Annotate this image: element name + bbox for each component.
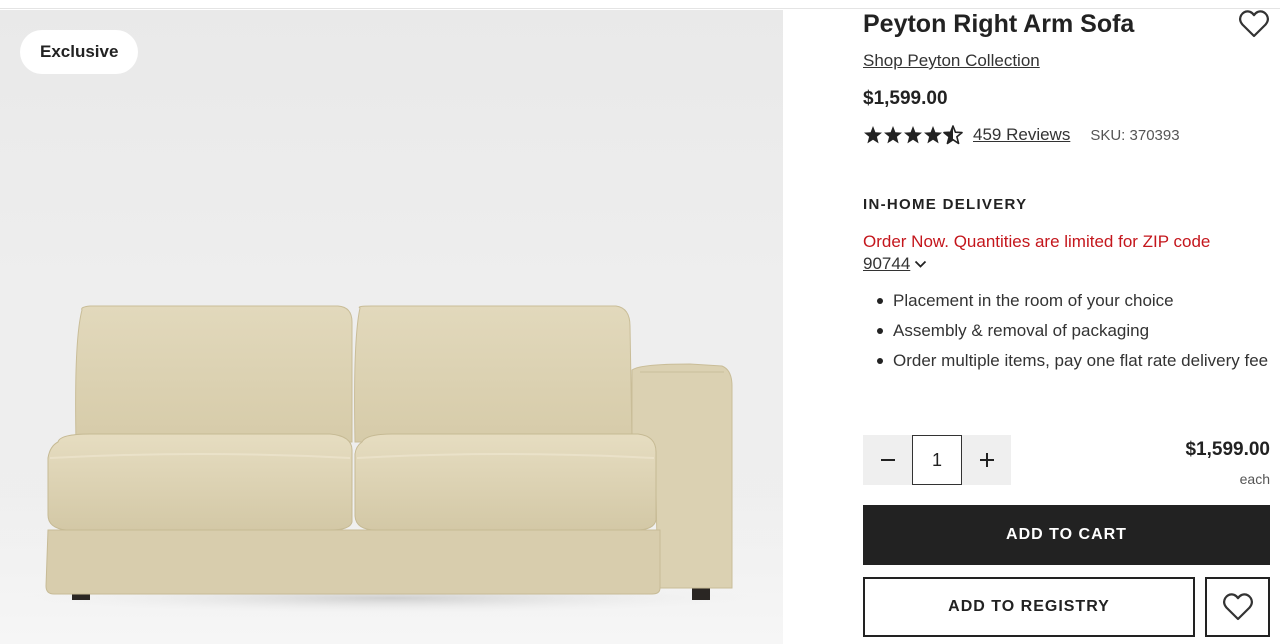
heart-outline-icon <box>1222 593 1253 621</box>
increment-button[interactable] <box>962 435 1011 485</box>
star-rating <box>863 125 963 145</box>
list-item: Assembly & removal of packaging <box>877 316 1270 346</box>
chevron-down-icon <box>915 260 927 268</box>
product-title: Peyton Right Arm Sofa <box>863 10 1135 38</box>
rating-row: 459 Reviews SKU: 370393 <box>863 123 1180 147</box>
list-item: Order multiple items, pay one flat rate … <box>877 346 1270 376</box>
star-icon <box>884 126 902 144</box>
minus-icon <box>880 459 895 461</box>
favorite-heart-icon[interactable] <box>1239 10 1269 38</box>
list-item: Placement in the room of your choice <box>877 286 1270 316</box>
reviews-link[interactable]: 459 Reviews <box>973 125 1070 145</box>
line-price: $1,599.00 <box>1185 439 1270 460</box>
quantity-stepper: 1 <box>863 435 1011 485</box>
delivery-notice: Order Now. Quantities are limited for ZI… <box>863 232 1211 251</box>
zip-code-toggle[interactable]: 90744 <box>863 253 927 275</box>
shop-collection-link[interactable]: Shop Peyton Collection <box>863 51 1040 71</box>
star-icon <box>904 126 922 144</box>
add-to-cart-button[interactable]: ADD TO CART <box>863 505 1270 565</box>
top-divider <box>0 0 1280 9</box>
zip-code: 90744 <box>863 254 911 273</box>
sku-label: SKU: 370393 <box>1090 126 1180 144</box>
product-image[interactable]: Exclusive <box>0 10 783 644</box>
quantity-input[interactable]: 1 <box>912 435 962 485</box>
decrement-button[interactable] <box>863 435 912 485</box>
star-icon <box>864 126 882 144</box>
star-icon <box>924 126 942 144</box>
plus-icon <box>979 453 994 467</box>
exclusive-badge: Exclusive <box>20 30 139 74</box>
delivery-heading: IN-HOME DELIVERY <box>863 196 1028 213</box>
product-price: $1,599.00 <box>863 88 948 109</box>
delivery-benefits-list: Placement in the room of your choice Ass… <box>877 286 1270 376</box>
sofa-illustration <box>20 305 760 614</box>
add-to-favorites-button[interactable] <box>1205 577 1270 637</box>
add-to-registry-button[interactable]: ADD TO REGISTRY <box>863 577 1195 637</box>
half-star-icon <box>943 125 963 145</box>
price-unit-label: each <box>1239 471 1270 487</box>
